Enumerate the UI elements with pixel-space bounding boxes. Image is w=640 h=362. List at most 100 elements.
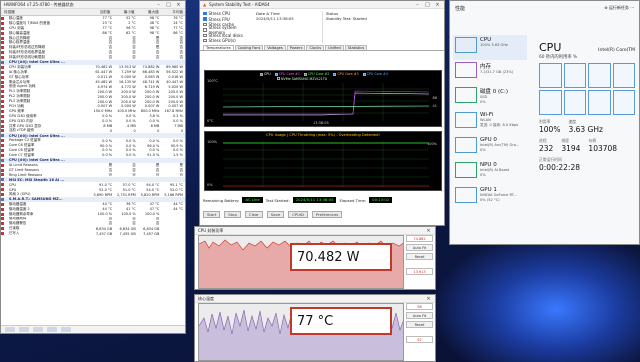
checkbox[interactable] xyxy=(203,38,207,43)
tab-cooling-fans[interactable]: Cooling Fans xyxy=(234,45,264,51)
sensor-icon xyxy=(1,21,4,25)
col-sensor[interactable]: 传感器 xyxy=(1,10,88,15)
sensor-row[interactable]: 已写入 7,457 GB 7,455 GB 7,457 GB xyxy=(1,231,185,236)
close-icon[interactable]: × xyxy=(434,2,441,8)
minimize-icon[interactable]: – xyxy=(414,2,421,8)
close-icon[interactable]: × xyxy=(175,2,182,8)
sensor-value: 4 MB xyxy=(126,124,136,129)
stress-option[interactable]: Stress GPU(s) xyxy=(203,38,247,43)
power-graph-titlebar[interactable]: CPU 封装功率 × xyxy=(195,227,435,235)
tm-sidebar-item[interactable]: CPU 100% 3.63 GHz xyxy=(453,35,527,60)
close-icon[interactable]: × xyxy=(425,296,432,302)
tab-powers[interactable]: Powers xyxy=(286,45,306,51)
temp-graph-window[interactable]: 核心温度 × 77 °C 98 Auto Fit Reset 52 xyxy=(194,294,436,362)
tab-unified[interactable]: Unified xyxy=(325,45,344,51)
mini-graph-icon xyxy=(455,112,477,128)
sensor-name: 封装/环形总线功耗限制 xyxy=(8,55,46,60)
sensor-value: 否 xyxy=(132,221,136,226)
hwinfo-sensor-list[interactable]: 核心温度 77 °C 52 °C 98 °C 76 °C 核心温度与 TjMAX 的差值 2… xyxy=(1,16,185,333)
elapsed-value: 00:13:02 xyxy=(369,197,393,203)
legend-item[interactable]: CPU Core #1 xyxy=(274,72,300,76)
hwinfo-window[interactable]: HWiNFO64 v7.25-4780 - 传感器状态 – □ × 传感器 当前… xyxy=(0,0,186,334)
settings-icon[interactable] xyxy=(47,327,57,332)
clear-button[interactable]: Clear xyxy=(244,211,263,218)
tm-sidebar-item[interactable]: Wi-Fi WLAN 发送: 0 接收: 8.0 Kbps xyxy=(453,110,527,135)
reset-button[interactable]: Reset xyxy=(406,253,433,260)
stop-button[interactable]: Stop xyxy=(224,211,241,218)
tm-sidebar-item[interactable]: GPU 0 Intel(R) Arc(TM) Gra... 0% xyxy=(453,135,527,160)
close-sensor-icon[interactable] xyxy=(61,327,71,332)
legend-item[interactable]: CPU Core #2 xyxy=(304,72,329,76)
sensor-row[interactable]: CPU 91.0 °C 57.0 °C 94.0 °C 95.1 °C xyxy=(1,182,185,187)
legend-item[interactable]: CPU Core #4 xyxy=(362,72,388,76)
legend-item[interactable]: CPU xyxy=(260,72,271,76)
temp-graph-titlebar[interactable]: 核心温度 × xyxy=(195,295,435,303)
legend-item[interactable]: CPU Core #3 xyxy=(333,72,359,76)
aida64-window[interactable]: ▲ System Stability Test - AIDA64 – □ × S… xyxy=(199,0,445,226)
sensor-icon xyxy=(1,168,4,172)
sensor-icon xyxy=(1,227,4,231)
col-avg[interactable]: 平均值 xyxy=(161,10,185,15)
checkbox[interactable] xyxy=(362,72,366,76)
maximize-icon[interactable]: □ xyxy=(165,2,172,8)
sensor-value: 52 °C xyxy=(125,16,136,21)
sensor-value: 0.0 % xyxy=(172,148,183,153)
tab-temperatures[interactable]: Temperatures xyxy=(203,45,234,51)
autofit-button[interactable]: Auto Fit xyxy=(406,244,433,251)
hwinfo-titlebar[interactable]: HWiNFO64 v7.25-4780 - 传感器状态 – □ × xyxy=(1,1,185,9)
aida-titlebar[interactable]: ▲ System Stability Test - AIDA64 – □ × xyxy=(200,1,444,9)
checkbox[interactable] xyxy=(304,72,308,76)
sensor-icon xyxy=(1,222,4,226)
nav-forward-icon[interactable] xyxy=(19,327,29,332)
close-icon[interactable]: × xyxy=(425,228,432,234)
checkbox[interactable] xyxy=(203,17,207,21)
sensor-row[interactable]: 风扇 2 (GPU) 5,690 RPM 2,751 RPM 5,820 RPM 5,1… xyxy=(1,192,185,197)
checkbox[interactable] xyxy=(203,28,207,32)
tab-voltages[interactable]: Voltages xyxy=(264,45,286,51)
core-graph xyxy=(588,90,611,115)
tm-header: 性能 ⊕ 运行新任务 ··· xyxy=(450,1,639,12)
tm-sidebar-item[interactable]: 内存 7.2/31.7 GB (23%) xyxy=(453,60,527,85)
sensor-value: 0.0 % xyxy=(102,138,113,143)
task-manager-window[interactable]: 性能 ⊕ 运行新任务 ··· CPU 100% 3.63 GHz 内存 7.2/31.… xyxy=(449,0,640,245)
col-current[interactable]: 当前值 xyxy=(88,10,112,15)
checkbox[interactable] xyxy=(203,33,207,37)
stress-option[interactable]: Stress local disks xyxy=(203,33,247,38)
nav-back-icon[interactable] xyxy=(5,327,15,332)
sensor-row[interactable]: 封装/环形总线功耗限制 否 否 否 否 xyxy=(1,55,185,60)
reset-button[interactable]: Reset xyxy=(406,321,433,328)
aida-buttons: Start Stop Clear Save CPUID Preferences xyxy=(203,211,441,218)
col-max[interactable]: 最大值 xyxy=(137,10,161,15)
checkbox[interactable] xyxy=(203,22,207,27)
checkbox[interactable] xyxy=(274,72,278,76)
autofit-button[interactable]: Auto Fit xyxy=(406,312,433,319)
tm-sidebar-item[interactable]: NPU 0 Intel(R) AI Boost 0% xyxy=(453,160,527,185)
temp-graph-controls: 98 Auto Fit Reset 52 xyxy=(406,303,433,345)
tab-statistics[interactable]: Statistics xyxy=(344,45,368,51)
aida-tabs: Temperatures Cooling Fans Voltages Powers Cl… xyxy=(200,45,444,52)
save-button[interactable]: Save xyxy=(266,211,285,218)
sensor-row[interactable]: Core C7 驻留率 0.0 % 0.0 % 91.5 % 1.5 % xyxy=(1,153,185,158)
checkbox[interactable] xyxy=(203,11,207,16)
sensor-icon xyxy=(1,90,4,94)
sensor-row[interactable]: Ring Limit Reasons 否 否 否 否 xyxy=(1,173,185,178)
tab-clocks[interactable]: Clocks xyxy=(306,45,325,51)
power-graph-window[interactable]: CPU 封装功率 × 70.482 W 74.882 Auto Fit Rese… xyxy=(194,226,436,290)
maximize-icon[interactable]: □ xyxy=(424,2,431,8)
stress-option[interactable]: Stress system memory xyxy=(203,25,247,35)
start-button[interactable]: Start xyxy=(203,211,221,218)
reset-icon[interactable] xyxy=(33,327,43,332)
tm-sidebar-item[interactable]: GPU 1 NVIDIA GeForce RT... 0% (52 °C) xyxy=(453,185,527,210)
minimize-icon[interactable]: – xyxy=(155,2,162,8)
cpu-stats-row2: 进程 232 线程 3194 句柄 103708 xyxy=(539,138,635,153)
col-min[interactable]: 最小值 xyxy=(112,10,136,15)
preferences-button[interactable]: Preferences xyxy=(311,211,343,218)
sensor-row[interactable]: 当前 cTDP 级别 0 0 0 0 xyxy=(1,128,185,133)
tm-sidebar-item[interactable]: 磁盘 0 (C:) SSD 0% xyxy=(453,85,527,110)
nvme-legend: NVMe SAMSUNG MZVL21T0 xyxy=(277,77,327,81)
cpuid-button[interactable]: CPUID xyxy=(288,211,308,218)
run-new-task-button[interactable]: ⊕ 运行新任务 ··· xyxy=(604,5,634,12)
sensor-value: 91.0 °C xyxy=(99,182,113,187)
checkbox[interactable] xyxy=(260,72,263,76)
checkbox[interactable] xyxy=(333,72,337,76)
